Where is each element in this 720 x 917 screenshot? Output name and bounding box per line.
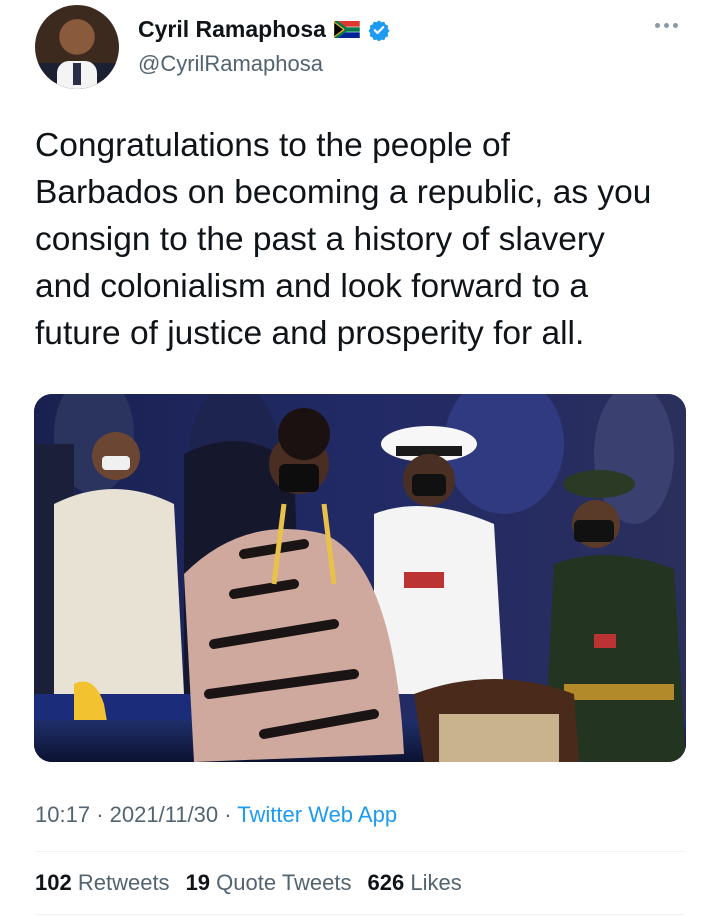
dot: [673, 22, 678, 28]
tweet-stats: 102 Retweets 19 Quote Tweets 626 Likes: [35, 870, 462, 896]
tweet-text-line: Congratulations to the people of: [35, 127, 510, 164]
tweet-photo-illustration: [34, 394, 686, 762]
dot: [664, 22, 669, 28]
tweet-date[interactable]: 2021/11/30: [110, 802, 218, 827]
south-africa-flag-icon: [334, 21, 360, 38]
tweet-metadata: 10:17 · 2021/11/30 · Twitter Web App: [35, 802, 397, 828]
tweet-source-app[interactable]: Twitter Web App: [237, 802, 397, 827]
divider: [35, 851, 685, 852]
author-handle[interactable]: @CyrilRamaphosa: [138, 51, 323, 77]
quote-tweets-label: Quote Tweets: [216, 870, 352, 895]
dot: [655, 22, 660, 28]
more-options-icon[interactable]: [655, 18, 685, 32]
meta-separator: ·: [224, 802, 232, 827]
author-name-row: Cyril Ramaphosa: [138, 16, 390, 43]
retweets-label: Retweets: [77, 870, 170, 895]
likes-label: Likes: [410, 870, 462, 895]
likes-stat[interactable]: 626 Likes: [368, 870, 462, 896]
tweet-photo[interactable]: [34, 394, 686, 762]
quote-tweets-count: 19: [185, 870, 211, 895]
tweet-time[interactable]: 10:17: [35, 802, 90, 827]
divider: [35, 914, 685, 915]
retweets-stat[interactable]: 102 Retweets: [35, 870, 170, 896]
tweet-text: Congratulations to the people of Barbado…: [35, 122, 690, 357]
retweets-count: 102: [35, 870, 72, 895]
tweet-text-line: Barbados on becoming a republic, as you: [35, 174, 652, 211]
likes-count: 626: [367, 870, 405, 895]
avatar-tie: [73, 63, 81, 85]
display-name[interactable]: Cyril Ramaphosa: [138, 16, 326, 43]
tweet-text-line: consign to the past a history of slavery: [35, 221, 605, 258]
tweet-text-line: and colonialism and look forward to a: [35, 268, 589, 305]
tweet-text-line: future of justice and prosperity for all…: [35, 315, 585, 352]
meta-separator: ·: [96, 802, 104, 827]
avatar[interactable]: [35, 5, 119, 89]
verified-badge-icon: [368, 19, 390, 41]
quote-tweets-stat[interactable]: 19 Quote Tweets: [186, 870, 352, 896]
